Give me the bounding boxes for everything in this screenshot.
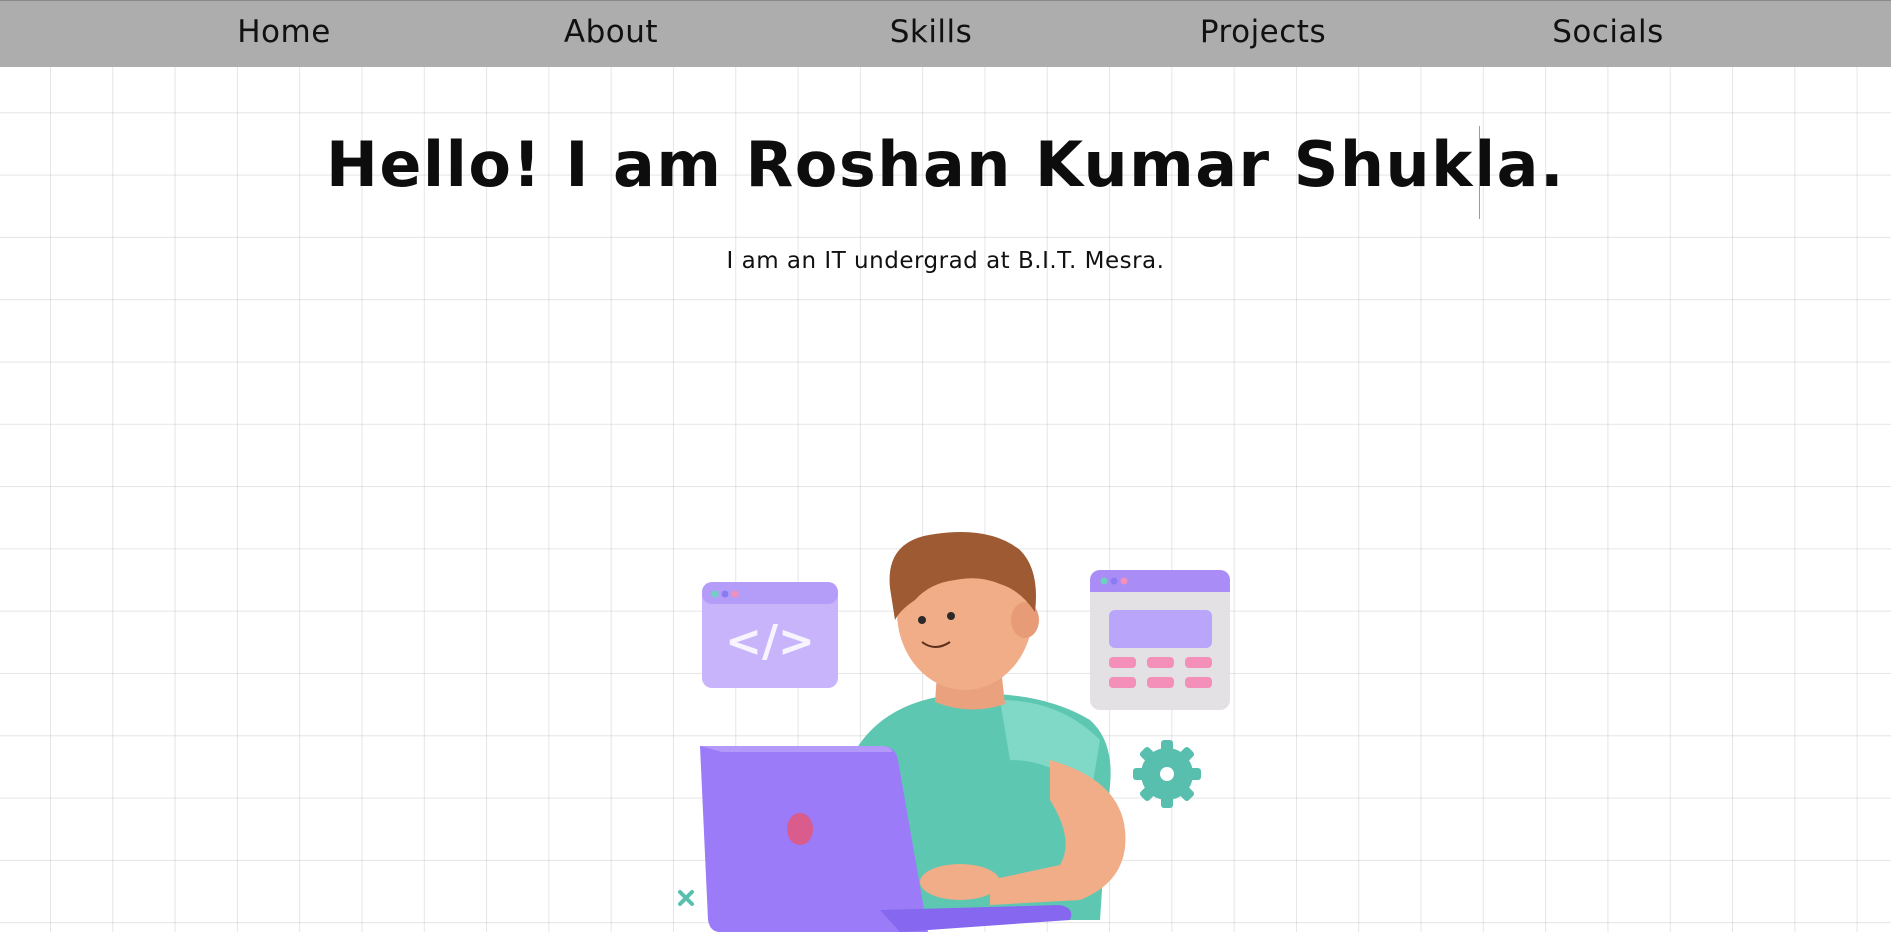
gear-icon [1133, 740, 1201, 808]
nav-link-about[interactable]: About [564, 14, 658, 50]
nav-link-skills[interactable]: Skills [890, 14, 973, 50]
navbar: Home About Skills Projects Socials [0, 0, 1891, 67]
code-window-icon: </> [702, 582, 838, 688]
code-glyph: </> [725, 616, 815, 667]
sparkle-icon [678, 890, 694, 906]
nav-link-home[interactable]: Home [237, 14, 331, 50]
hero-title: Hello! I am Roshan Kumar Shukla. [325, 128, 1566, 201]
typing-caret [1479, 126, 1480, 219]
nav-link-projects[interactable]: Projects [1200, 14, 1326, 50]
developer-illustration: </> [678, 532, 1230, 932]
hero-subtitle: I am an IT undergrad at B.I.T. Mesra. [726, 248, 1165, 274]
nav-link-socials[interactable]: Socials [1552, 14, 1664, 50]
browser-window-icon [1090, 570, 1230, 710]
